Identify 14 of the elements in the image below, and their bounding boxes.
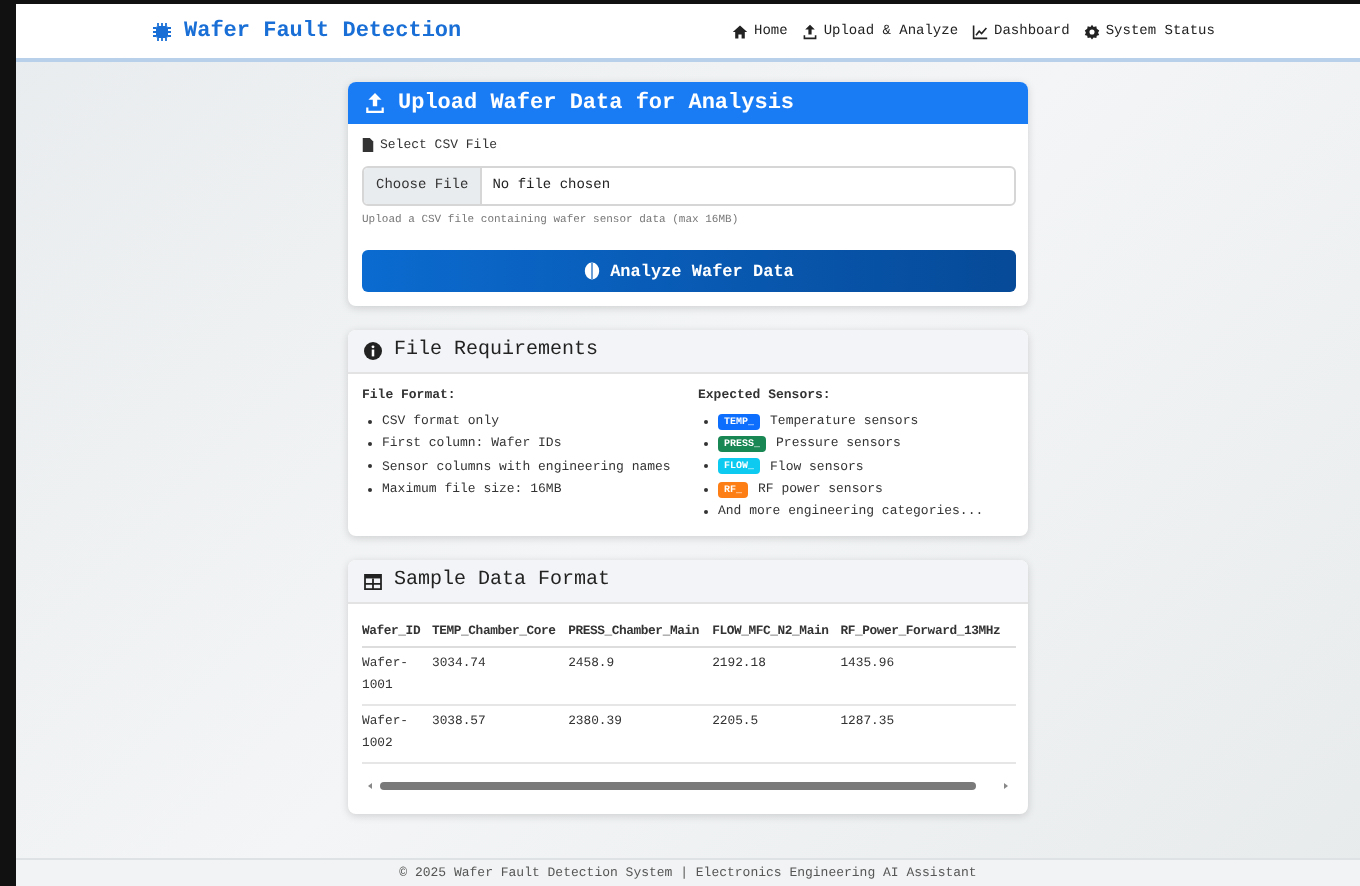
info-icon [364, 342, 382, 360]
analyze-button[interactable]: Analyze Wafer Data [362, 250, 1016, 292]
chip-icon [152, 21, 172, 41]
file-icon [362, 138, 374, 152]
home-icon [732, 23, 748, 39]
upload-icon [364, 92, 386, 114]
brand-title[interactable]: Wafer Fault Detection [184, 19, 462, 43]
card-title: File Requirements [394, 340, 599, 362]
card-title: Sample Data Format [394, 570, 611, 593]
table-icon [364, 573, 382, 590]
upload-icon [801, 23, 818, 39]
line-chart-icon [972, 23, 989, 39]
card-title: Upload Wafer Data for Analysis [398, 91, 795, 115]
settings-icon [1083, 23, 1100, 39]
